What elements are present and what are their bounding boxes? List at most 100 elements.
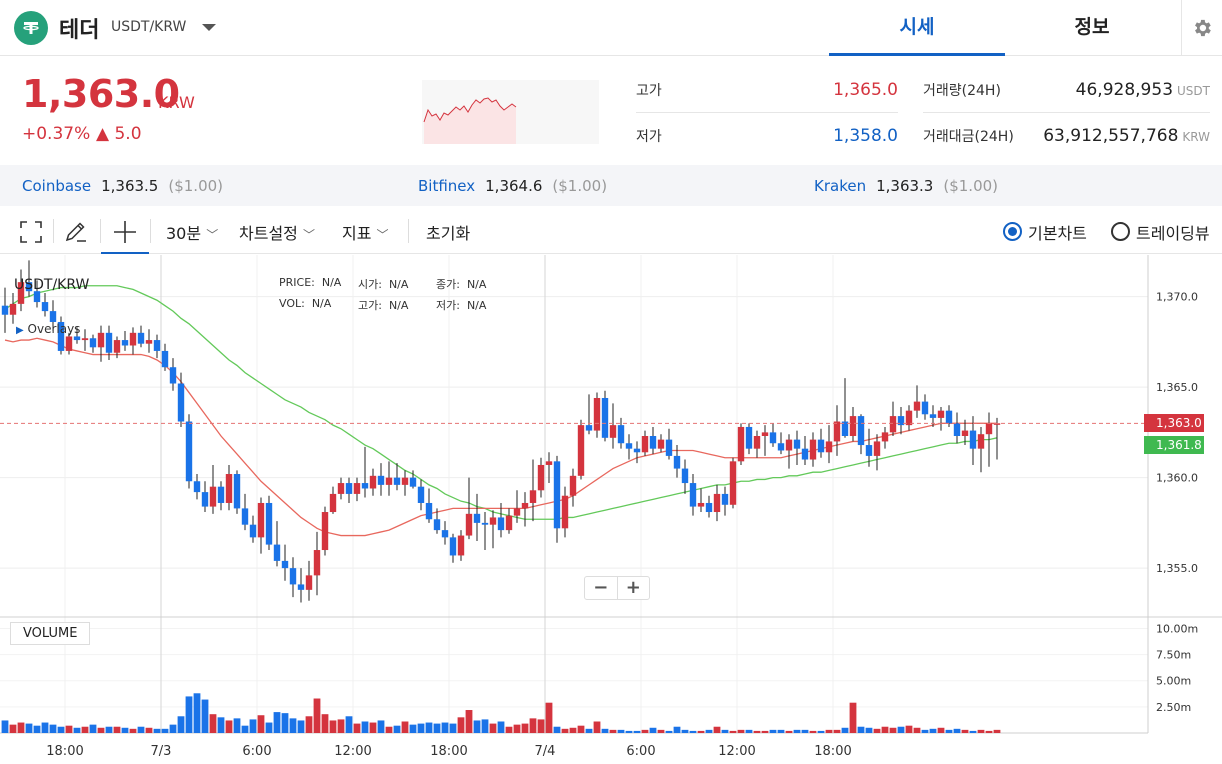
basic-chart-radio[interactable] [1003,222,1022,241]
candle-body [777,443,785,451]
candle-body [193,481,201,493]
tradingview-radio[interactable] [1111,222,1130,241]
interval-select[interactable]: 30분 ﹀ [166,220,218,244]
candle-body [521,502,529,509]
chart-settings-menu[interactable]: 차트설정 ﹀ [239,220,315,244]
volume-bar [721,729,729,733]
last-price-tag: 1,363.0 [1144,414,1204,433]
candle-body [433,519,441,531]
exchange-prices: Coinbase 1,363.5 ($1.00) Bitfinex 1,364.6 ($… [0,165,1222,206]
tradingview-label[interactable]: 트레이딩뷰 [1136,220,1210,244]
candle-body [105,332,113,353]
volume-bar [233,718,241,733]
indicators-menu[interactable]: 지표 ﹀ [342,220,389,244]
reset-button[interactable]: 초기화 [426,220,470,244]
candle-body [913,401,921,411]
volume-bar [345,716,353,733]
legend-open: 시가: N/A [358,278,409,291]
high-value: 1,365.0 [833,80,898,100]
candle-body [473,513,481,523]
candle-body [81,338,89,341]
pencil-icon[interactable] [63,219,89,245]
volume-panel-label: VOLUME [10,622,91,645]
time-tick-label: 18:00 [814,744,851,759]
candle-body [1,305,9,315]
volume-bar [657,729,665,733]
candle-body [201,492,209,507]
volume-bar [313,698,321,733]
amount-value: 63,912,557,768 KRW [1043,126,1210,146]
candle-body [97,332,105,348]
settings-button[interactable] [1181,0,1222,56]
crosshair-button[interactable] [101,207,149,254]
candle-body [657,439,665,449]
candle-body [825,441,833,453]
volume-tick-label: 2.50m [1156,701,1191,714]
candlestick-chart[interactable]: 1,370.0 1,365.0 1,360.0 1,355.0 10.00m 7.50m 5… [0,255,1222,764]
candle-body [369,475,377,489]
candle-body [185,421,193,482]
candle-body [281,560,289,569]
candle-body [265,502,273,545]
candle-body [489,517,497,525]
candle-body [273,544,281,561]
volume-label: 거래량(24H) [923,83,1001,99]
overlays-toggle[interactable]: ▶ Overlays [16,322,80,336]
volume-bar [153,728,161,733]
candle-body [697,502,705,507]
volume-bar [409,724,417,733]
volume-bar [897,726,905,733]
volume-bar [193,693,201,733]
volume-value: 46,928,953 USDT [1075,80,1210,100]
candle-body [145,340,153,344]
candle-body [305,575,313,590]
volume-bar [385,726,393,733]
candle-body [337,483,345,494]
volume-bar [697,730,705,733]
candle-body [505,515,513,531]
candle-body [617,425,625,444]
volume-bar [673,726,681,733]
volume-bar [809,730,817,733]
volume-bar [361,721,369,733]
candle-body [537,464,545,491]
volume-bar [521,723,529,733]
fullscreen-icon[interactable] [18,219,44,245]
candle-body [873,441,881,456]
coin-pair: USDT/KRW [111,19,187,35]
candle-body [937,410,945,418]
candle-body [705,502,713,513]
zoom-out-button[interactable]: − [585,577,618,599]
candle-body [441,530,449,538]
time-tick-label: 12:00 [334,744,371,759]
volume-bar [937,727,945,733]
price-chart[interactable]: 1,370.0 1,365.0 1,360.0 1,355.0 10.00m 7.50m 5… [0,255,1222,764]
volume-bar [17,722,25,733]
candle-body [593,397,601,431]
basic-chart-label[interactable]: 기본차트 [1028,220,1087,244]
candle-body [121,340,129,346]
volume-bar [817,730,825,733]
volume-bar [585,728,593,733]
volume-bar [305,716,313,733]
candle-body [249,524,257,538]
time-tick-label: 7/4 [535,744,556,759]
exchange-kraken: Kraken 1,363.3 ($1.00) [814,177,999,195]
chevron-down-icon[interactable] [200,20,218,34]
candle-body [465,513,473,536]
tab-info[interactable]: 정보 [1004,0,1180,56]
candle-body [481,522,489,525]
candle-body [297,584,305,590]
candle-body [785,439,793,451]
candle-body [985,423,993,435]
zoom-in-button[interactable]: + [618,577,650,599]
time-tick-label: 6:00 [626,744,655,759]
candle-body [729,461,737,505]
tab-price[interactable]: 시세 [829,0,1005,56]
candle-body [417,486,425,503]
zoom-controls: − + [584,576,650,600]
volume-bar [737,729,745,733]
volume-bar [321,714,329,733]
candle-body [961,430,969,436]
volume-bar [705,729,713,733]
